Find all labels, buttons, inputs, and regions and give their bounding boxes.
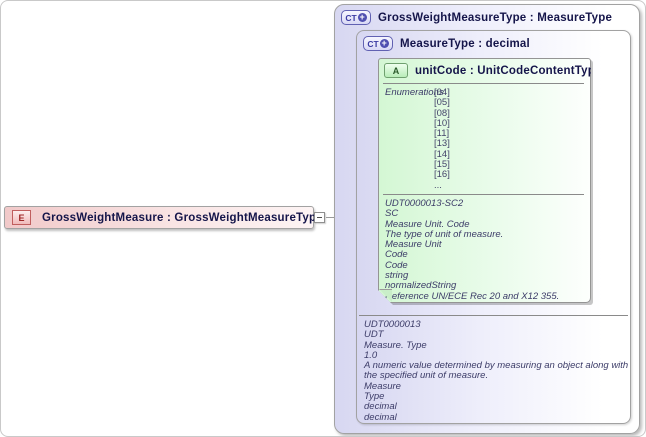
annotation-line: Reference UN/ECE Rec 20 and X12 355. (385, 290, 560, 302)
enumerations-label: Enumerations (385, 87, 444, 98)
attribute-icon: A (384, 63, 408, 78)
collapse-handle-icon[interactable] (314, 212, 325, 223)
attribute-box-unitcode[interactable]: A unitCode : UnitCodeContentType Enumera… (378, 58, 591, 303)
annotation-line: Type (364, 391, 385, 403)
enumerations-section: Enumerations [04] [05] [08] [10] [11] [1… (385, 88, 450, 191)
annotation-line: UDT0000013 (364, 319, 421, 330)
annotation-line: decimal (364, 401, 397, 413)
outer-type-title: GrossWeightMeasureType : MeasureType (378, 11, 613, 24)
annotation-line: Measure. Type (364, 339, 427, 351)
annotation-line: UDT0000013-SC2 (385, 198, 464, 209)
annotation-line: Measure Unit (385, 239, 442, 251)
complextype-icon: CT + (341, 10, 371, 25)
divider (359, 315, 628, 316)
attribute-annotation: UDT0000013-SC2 SC Measure Unit. Code The… (385, 199, 582, 302)
enumeration-value: ... (434, 179, 442, 191)
plus-icon: + (379, 38, 389, 48)
annotation-line: Code (385, 259, 408, 271)
complextype-icon-label: CT (367, 38, 379, 49)
inner-type-annotation: UDT0000013 UDT Measure. Type 1.0 A numer… (364, 319, 630, 423)
divider (383, 83, 584, 84)
annotation-line: decimal (364, 411, 397, 423)
schema-diagram: E GrossWeightMeasure : GrossWeightMeasur… (0, 0, 646, 437)
complextype-icon-label: CT (345, 12, 357, 23)
element-label: GrossWeightMeasure : GrossWeightMeasureT… (42, 211, 323, 224)
enumerations-values: [04] [05] [08] [10] [11] [13] [14] [15] … (434, 88, 450, 191)
element-icon: E (12, 210, 31, 225)
plus-icon: + (357, 12, 367, 22)
inner-type-title: MeasureType : decimal (400, 37, 530, 50)
annotation-line: Measure (364, 380, 401, 392)
element-box-grossweightmeasure[interactable]: E GrossWeightMeasure : GrossWeightMeasur… (4, 206, 323, 229)
annotation-line: A numeric value determined by measuring … (364, 360, 629, 382)
complextype-icon: CT + (363, 36, 393, 51)
divider (383, 194, 584, 195)
connector-line (326, 217, 334, 218)
annotation-line: Code (385, 249, 408, 261)
attribute-title: unitCode : UnitCodeContentType (415, 64, 602, 77)
